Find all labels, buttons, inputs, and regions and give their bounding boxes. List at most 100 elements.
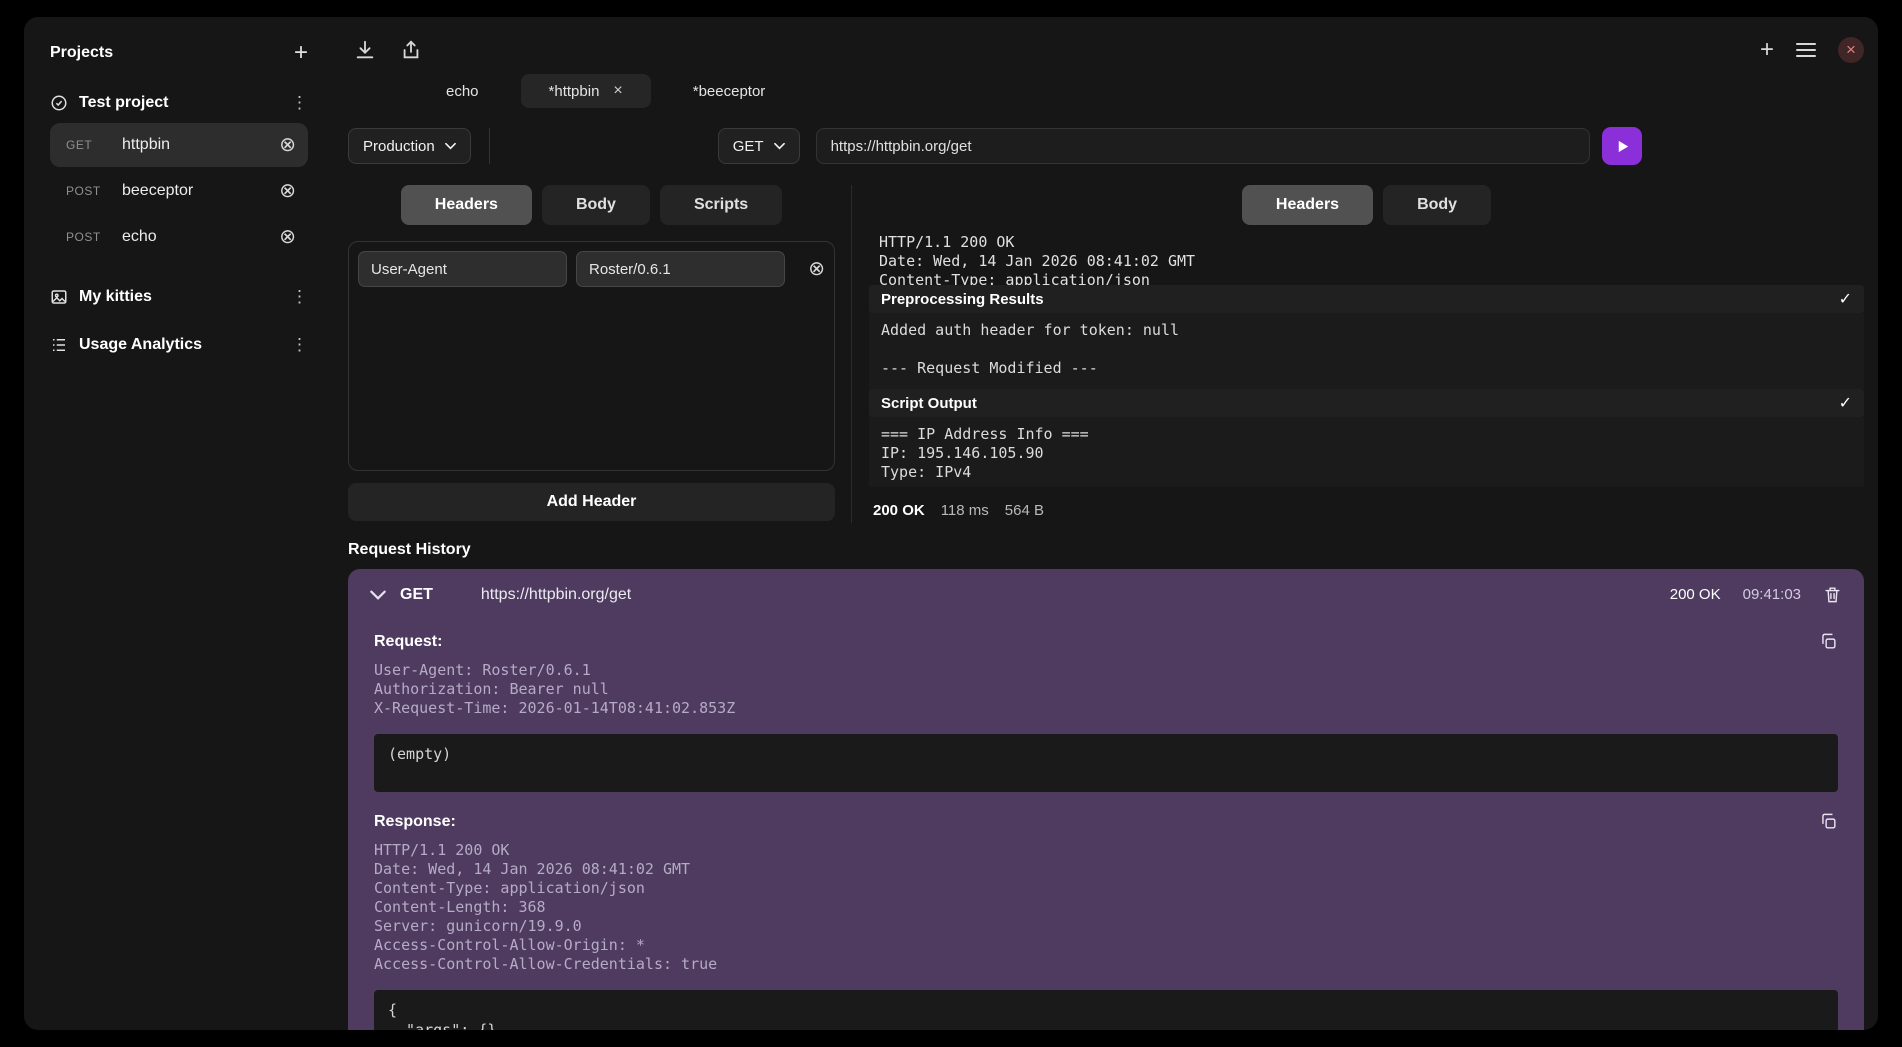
delete-history-button[interactable] — [1823, 585, 1842, 604]
script-output: === IP Address Info === IP: 195.146.105.… — [869, 417, 1864, 487]
tab-request-scripts[interactable]: Scripts — [660, 185, 782, 225]
hamburger-icon — [1796, 42, 1816, 58]
preprocessing-section-header[interactable]: Preprocessing Results ✓ — [869, 285, 1864, 313]
remove-header-button[interactable]: ⊗ — [808, 259, 825, 279]
close-icon: × — [1846, 40, 1856, 60]
request-item-httpbin[interactable]: GET httpbin ⊗ — [50, 123, 308, 167]
app-window: Projects + Test project ⋮ GET httpbin ⊗ — [24, 17, 1878, 1030]
tab-response-headers[interactable]: Headers — [1242, 185, 1373, 225]
response-label-row: Response: — [374, 812, 1838, 831]
project-group-test[interactable]: Test project ⋮ — [50, 93, 308, 113]
project-group-usage-analytics[interactable]: Usage Analytics ⋮ — [50, 335, 308, 355]
topbar: + × — [348, 35, 1864, 65]
request-panel: Headers Body Scripts ⊗ Add Header — [348, 185, 835, 523]
history-title: Request History — [348, 541, 1864, 559]
request-response-panels: Headers Body Scripts ⊗ Add Header — [348, 185, 1864, 523]
status-size: 564 B — [1005, 502, 1044, 519]
group-menu-button[interactable]: ⋮ — [291, 335, 308, 355]
close-icon: × — [613, 82, 622, 99]
response-headers-text: HTTP/1.1 200 OK Date: Wed, 14 Jan 2026 0… — [374, 841, 1838, 974]
main-area: + × echo *httpbin × — [328, 17, 1878, 1030]
request-item-echo[interactable]: POST echo ⊗ — [50, 215, 308, 259]
request-item-beeceptor[interactable]: POST beeceptor ⊗ — [50, 169, 308, 213]
url-input[interactable] — [816, 128, 1590, 164]
response-headers-preview: HTTP/1.1 200 OK Date: Wed, 14 Jan 2026 0… — [869, 225, 1864, 285]
request-label: Request: — [374, 633, 442, 651]
sidebar-header: Projects + — [50, 41, 308, 65]
download-button[interactable] — [354, 39, 376, 61]
request-label-row: Request: — [374, 632, 1838, 651]
kebab-icon: ⋮ — [291, 335, 308, 354]
copy-response-button[interactable] — [1819, 812, 1838, 831]
play-icon — [1615, 139, 1630, 154]
download-icon — [354, 39, 376, 61]
upload-button[interactable] — [400, 39, 422, 61]
tab-request-body[interactable]: Body — [542, 185, 650, 225]
tab-close-button[interactable]: × — [613, 83, 622, 99]
status-code: 200 OK — [873, 502, 925, 519]
tab-beeceptor[interactable]: *beeceptor — [665, 74, 794, 108]
collapse-chevron-icon — [370, 590, 386, 600]
remove-request-button[interactable]: ⊗ — [279, 227, 296, 247]
tab-httpbin[interactable]: *httpbin × — [521, 74, 651, 108]
preprocessing-output: Added auth header for token: null --- Re… — [869, 313, 1864, 389]
upload-icon — [400, 39, 422, 61]
status-time: 118 ms — [941, 502, 989, 519]
method-select[interactable]: GET — [718, 128, 800, 164]
project-group-my-kitties[interactable]: My kitties ⋮ — [50, 287, 308, 307]
tab-label: *beeceptor — [693, 83, 766, 100]
check-icon: ✓ — [1839, 393, 1852, 413]
add-project-button[interactable]: + — [294, 41, 308, 65]
method-label: GET — [66, 138, 122, 152]
tab-request-headers[interactable]: Headers — [401, 185, 532, 225]
header-key-input[interactable] — [358, 251, 567, 287]
copy-request-button[interactable] — [1819, 632, 1838, 651]
trash-icon — [1823, 585, 1842, 604]
history-time: 09:41:03 — [1743, 586, 1801, 603]
section-title: Script Output — [881, 395, 977, 412]
history-method: GET — [400, 586, 433, 604]
request-name: beeceptor — [122, 182, 279, 200]
add-header-button[interactable]: Add Header — [348, 483, 835, 521]
plus-icon: + — [294, 39, 308, 66]
group-menu-button[interactable]: ⋮ — [291, 287, 308, 307]
header-value-input[interactable] — [576, 251, 785, 287]
remove-circle-icon: ⊗ — [279, 180, 296, 202]
chevron-down-icon — [445, 142, 456, 150]
analytics-icon — [50, 336, 68, 354]
request-bar-divider — [489, 128, 490, 164]
copy-icon — [1819, 812, 1838, 831]
tab-echo[interactable]: echo — [418, 74, 507, 108]
send-button[interactable] — [1602, 127, 1642, 165]
plus-icon: + — [1760, 36, 1774, 64]
window-close-button[interactable]: × — [1838, 37, 1864, 63]
response-label: Response: — [374, 813, 456, 831]
copy-icon — [1819, 632, 1838, 651]
sidebar: Projects + Test project ⋮ GET httpbin ⊗ — [24, 17, 328, 1030]
tab-label: *httpbin — [549, 83, 600, 100]
history-entry-header[interactable]: GET https://httpbin.org/get 200 OK 09:41… — [348, 569, 1864, 612]
remove-request-button[interactable]: ⊗ — [279, 135, 296, 155]
remove-request-button[interactable]: ⊗ — [279, 181, 296, 201]
new-tab-button[interactable]: + — [1760, 36, 1774, 64]
group-label: My kitties — [79, 288, 152, 306]
history-entry: GET https://httpbin.org/get 200 OK 09:41… — [348, 569, 1864, 1030]
history-url: https://httpbin.org/get — [481, 586, 631, 604]
response-panel: Headers Body HTTP/1.1 200 OK Date: Wed, … — [851, 185, 1864, 523]
kebab-icon: ⋮ — [291, 287, 308, 306]
group-label: Usage Analytics — [79, 336, 202, 354]
script-output-header[interactable]: Script Output ✓ — [869, 389, 1864, 417]
menu-button[interactable] — [1796, 42, 1816, 58]
request-name: echo — [122, 228, 279, 246]
status-bar: 200 OK 118 ms 564 B — [869, 502, 1864, 523]
tab-response-body[interactable]: Body — [1383, 185, 1491, 225]
environment-select[interactable]: Production — [348, 128, 471, 164]
history-header-right: 200 OK 09:41:03 — [1670, 585, 1842, 604]
history-status: 200 OK — [1670, 586, 1721, 603]
request-tabs: Headers Body Scripts — [348, 185, 835, 225]
group-menu-button[interactable]: ⋮ — [291, 93, 308, 113]
remove-circle-icon: ⊗ — [279, 134, 296, 156]
method-value: GET — [733, 138, 764, 155]
group-label: Test project — [79, 94, 169, 112]
method-label: POST — [66, 184, 122, 198]
